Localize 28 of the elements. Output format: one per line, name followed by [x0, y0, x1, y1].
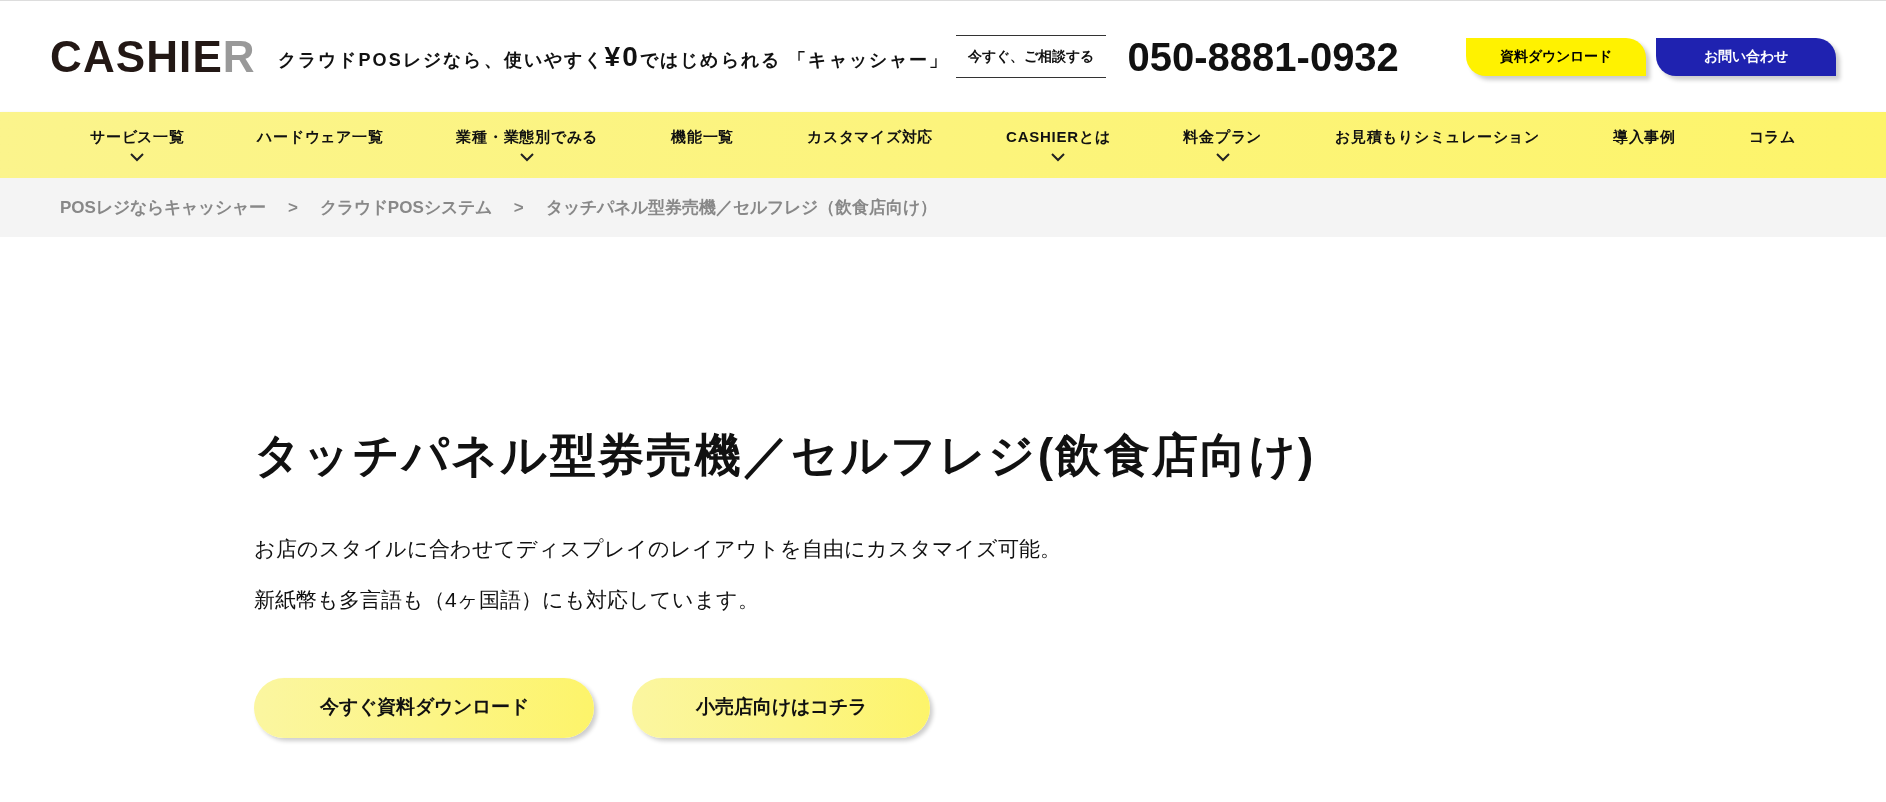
breadcrumb-current: タッチパネル型券売機／セルフレジ（飲食店向け）	[545, 196, 937, 219]
nav-link[interactable]: サービス一覧	[90, 126, 185, 149]
nav-link[interactable]: 機能一覧	[671, 126, 735, 149]
nav-link[interactable]: お見積もりシミュレーション	[1335, 126, 1540, 149]
chevron-down-icon	[1051, 152, 1066, 162]
logo[interactable]: CASHIER	[50, 34, 256, 79]
page-title: タッチパネル型券売機／セルフレジ(飲食店向け)	[254, 428, 1317, 483]
cta-button[interactable]: 小売店向けはコチラ	[632, 677, 930, 738]
nav-link[interactable]: 導入事例	[1612, 126, 1676, 149]
consult-link[interactable]: 今すぐ、ご相談する	[955, 35, 1106, 78]
nav-link[interactable]: CASHIERとは	[1006, 126, 1111, 149]
phone-number: 050-8881-0932	[1127, 33, 1399, 81]
cta-button[interactable]: 今すぐ資料ダウンロード	[254, 677, 594, 738]
breadcrumb-separator: >	[513, 196, 524, 219]
nav-link[interactable]: ハードウェア一覧	[257, 126, 384, 149]
nav-link[interactable]: 料金プラン	[1183, 126, 1263, 149]
nav-link[interactable]: カスタマイズ対応	[807, 126, 934, 149]
chevron-down-icon	[130, 152, 145, 162]
chevron-down-icon	[1215, 152, 1230, 162]
description-text: 新紙幣も多言語も（4ヶ国語）にも対応しています。	[254, 587, 760, 613]
description-text: お店のスタイルに合わせてディスプレイのレイアウトを自由にカスタマイズ可能。	[254, 535, 1062, 562]
tagline: クラウドPOSレジなら、使いやすく¥0ではじめられる 「キャッシャー」	[277, 39, 950, 74]
nav-link[interactable]: 業種・業態別でみる	[456, 126, 599, 149]
chevron-down-icon	[520, 152, 535, 162]
header-button[interactable]: お問い合わせ	[1656, 37, 1836, 76]
header-button[interactable]: 資料ダウンロード	[1466, 37, 1646, 76]
breadcrumb-separator: >	[287, 196, 298, 219]
nav-link[interactable]: コラム	[1748, 126, 1796, 149]
